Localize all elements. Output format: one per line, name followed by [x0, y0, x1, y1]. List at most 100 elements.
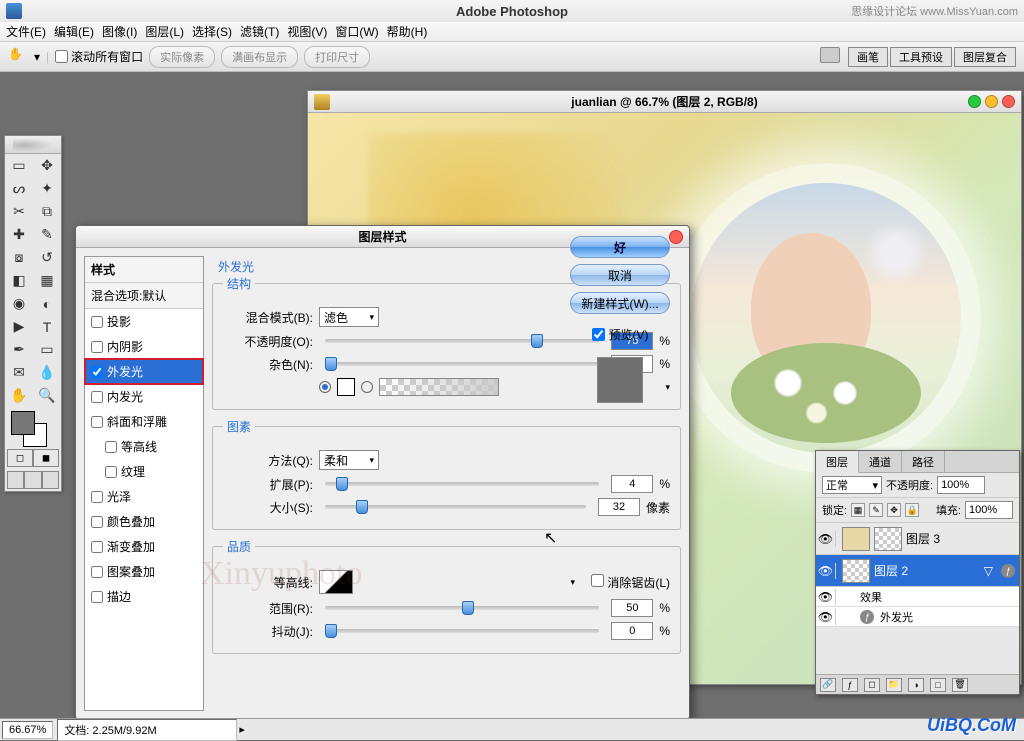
style-checkbox[interactable]	[91, 341, 103, 353]
style-checkbox[interactable]	[91, 516, 103, 528]
fx-icon[interactable]: ƒ	[1001, 564, 1015, 578]
tab-paths[interactable]: 路径	[902, 451, 945, 472]
tab-channels[interactable]: 通道	[859, 451, 902, 472]
lasso-tool[interactable]: ᔕ	[5, 177, 33, 200]
visibility-icon[interactable]: 👁	[820, 563, 836, 579]
new-style-button[interactable]: 新建样式(W)...	[570, 292, 670, 314]
fit-screen-button[interactable]: 满画布显示	[221, 46, 298, 68]
zoom-tool[interactable]: 🔍	[33, 384, 61, 407]
foreground-color[interactable]	[11, 411, 35, 435]
style-item-2[interactable]: 外发光	[85, 359, 203, 384]
status-arrow-icon[interactable]: ▸	[239, 723, 245, 736]
slice-tool[interactable]: ⧉	[33, 200, 61, 223]
opacity-slider[interactable]	[325, 339, 599, 343]
layer-row-2[interactable]: 👁 图层 2 ▽ ƒ	[816, 555, 1019, 587]
hand-tool[interactable]: ✋	[5, 384, 33, 407]
effects-collapse-icon[interactable]: ▽	[984, 564, 993, 578]
hand-tool-icon[interactable]: ✋	[8, 47, 28, 67]
eyedropper-tool[interactable]: 💧	[33, 361, 61, 384]
notes-tool[interactable]: ✉	[5, 361, 33, 384]
standard-mode-icon[interactable]: ◻	[7, 449, 33, 467]
zoom-field[interactable]: 66.67%	[2, 721, 53, 739]
jitter-value[interactable]: 0	[611, 622, 653, 640]
shape-tool[interactable]: ▭	[33, 338, 61, 361]
spread-slider[interactable]	[325, 482, 599, 486]
style-checkbox[interactable]	[91, 491, 103, 503]
style-item-6[interactable]: 纹理	[85, 459, 203, 484]
dodge-tool[interactable]: ◐	[33, 292, 61, 315]
tool-preset-dropdown[interactable]: ▾	[34, 50, 40, 64]
fill-field[interactable]: 100%	[965, 501, 1013, 519]
close-button[interactable]	[1002, 95, 1015, 108]
menu-view[interactable]: 视图(V)	[287, 23, 327, 40]
contour-well[interactable]	[319, 570, 353, 594]
color-radio[interactable]	[319, 381, 331, 393]
toolbox-header[interactable]	[5, 136, 61, 154]
jitter-slider[interactable]	[325, 629, 599, 633]
link-layers-icon[interactable]: 🔗	[820, 678, 836, 692]
move-tool[interactable]: ✥	[33, 154, 61, 177]
quickmask-mode-icon[interactable]: ◼	[33, 449, 59, 467]
screen-mode-2[interactable]	[24, 471, 41, 489]
style-checkbox[interactable]	[91, 566, 103, 578]
path-select-tool[interactable]: ▶	[5, 315, 33, 338]
style-checkbox[interactable]	[91, 366, 103, 378]
zoom-button[interactable]	[968, 95, 981, 108]
menu-select[interactable]: 选择(S)	[192, 23, 232, 40]
layer-thumb[interactable]	[842, 559, 870, 583]
tab-layer-comps[interactable]: 图层复合	[954, 47, 1016, 67]
menu-file[interactable]: 文件(E)	[6, 23, 46, 40]
minimize-button[interactable]	[985, 95, 998, 108]
blur-tool[interactable]: ◉	[5, 292, 33, 315]
range-slider[interactable]	[325, 606, 599, 610]
range-value[interactable]: 50	[611, 599, 653, 617]
pen-tool[interactable]: ✒	[5, 338, 33, 361]
layer-thumb[interactable]	[842, 527, 870, 551]
brush-tool[interactable]: ✎	[33, 223, 61, 246]
style-checkbox[interactable]	[105, 466, 117, 478]
new-layer-icon[interactable]: □	[930, 678, 946, 692]
menu-layer[interactable]: 图层(L)	[145, 23, 184, 40]
technique-combo[interactable]: 柔和▾	[319, 450, 379, 470]
menu-edit[interactable]: 编辑(E)	[54, 23, 94, 40]
docsize-field[interactable]: 文档: 2.25M/9.92M	[57, 719, 237, 741]
size-slider[interactable]	[325, 505, 586, 509]
tab-layers[interactable]: 图层	[816, 451, 859, 473]
blend-mode-select[interactable]: 正常▾	[822, 476, 882, 494]
menu-image[interactable]: 图像(I)	[102, 23, 137, 40]
contour-dropdown-icon[interactable]: ▾	[570, 577, 575, 588]
history-brush-tool[interactable]: ↺	[33, 246, 61, 269]
style-item-3[interactable]: 内发光	[85, 384, 203, 409]
style-checkbox[interactable]	[91, 316, 103, 328]
style-item-8[interactable]: 颜色叠加	[85, 509, 203, 534]
effect-outer-glow-row[interactable]: 👁 ƒ 外发光	[816, 607, 1019, 627]
layer-mask-icon[interactable]: ◻	[864, 678, 880, 692]
style-item-9[interactable]: 渐变叠加	[85, 534, 203, 559]
style-checkbox[interactable]	[105, 441, 117, 453]
visibility-icon[interactable]: 👁	[820, 589, 836, 605]
marquee-tool[interactable]: ▭	[5, 154, 33, 177]
scroll-all-checkbox[interactable]: 滚动所有窗口	[55, 48, 143, 65]
lock-position-icon[interactable]: ✥	[887, 503, 901, 517]
layer-style-icon[interactable]: ƒ	[842, 678, 858, 692]
style-item-1[interactable]: 内阴影	[85, 334, 203, 359]
layer-mask-thumb[interactable]	[874, 527, 902, 551]
layer-name[interactable]: 图层 2	[874, 562, 908, 579]
noise-slider[interactable]	[325, 362, 599, 366]
eraser-tool[interactable]: ◧	[5, 269, 33, 292]
crop-tool[interactable]: ✂	[5, 200, 33, 223]
style-item-7[interactable]: 光泽	[85, 484, 203, 509]
preview-checkbox[interactable]: 预览(V)	[592, 326, 649, 343]
cancel-button[interactable]: 取消	[570, 264, 670, 286]
delete-layer-icon[interactable]: 🗑	[952, 678, 968, 692]
adjustment-layer-icon[interactable]: ◑	[908, 678, 924, 692]
size-value[interactable]: 32	[598, 498, 640, 516]
lock-all-icon[interactable]: 🔒	[905, 503, 919, 517]
style-item-0[interactable]: 投影	[85, 309, 203, 334]
antialias-checkbox[interactable]: 消除锯齿(L)	[591, 574, 670, 591]
layer-row-3[interactable]: 👁 图层 3	[816, 523, 1019, 555]
style-item-5[interactable]: 等高线	[85, 434, 203, 459]
print-size-button[interactable]: 打印尺寸	[304, 46, 370, 68]
style-checkbox[interactable]	[91, 541, 103, 553]
visibility-icon[interactable]: 👁	[820, 531, 836, 547]
